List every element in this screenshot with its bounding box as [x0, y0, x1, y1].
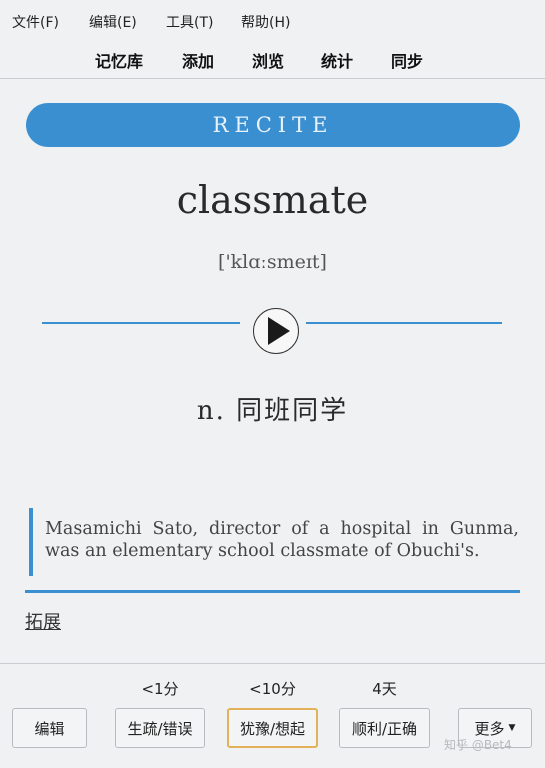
answer-good-button[interactable]: 犹豫/想起: [227, 708, 318, 748]
divider-right: [306, 322, 502, 324]
menu-help[interactable]: 帮助(H): [241, 12, 290, 32]
example-sentence-block: Masamichi Sato, director of a hospital i…: [29, 508, 519, 576]
example-sentence: Masamichi Sato, director of a hospital i…: [45, 519, 519, 561]
main-toolbar: 记忆库 添加 浏览 统计 同步: [0, 40, 545, 79]
menu-file[interactable]: 文件(F): [12, 12, 59, 32]
extend-link[interactable]: 拓展: [25, 608, 61, 634]
interval-good: <10分: [249, 680, 296, 698]
interval-easy: 4天: [372, 680, 397, 698]
interval-hard: <1分: [141, 680, 179, 698]
watermark-text: 知乎 @Bet4: [444, 738, 512, 752]
menu-edit[interactable]: 编辑(E): [89, 12, 137, 32]
divider-left: [42, 322, 240, 324]
play-icon: [268, 317, 290, 345]
caret-down-icon: ▼: [508, 723, 516, 733]
answer-hard-button[interactable]: 生疏/错误: [115, 708, 205, 748]
nav-sync[interactable]: 同步: [391, 48, 423, 72]
edit-button[interactable]: 编辑: [12, 708, 87, 748]
menu-bar: 文件(F) 编辑(E) 工具(T) 帮助(H): [0, 0, 545, 40]
nav-add[interactable]: 添加: [182, 48, 214, 72]
nav-browse[interactable]: 浏览: [252, 48, 284, 72]
section-divider: [25, 590, 520, 593]
answer-easy-button[interactable]: 顺利/正确: [339, 708, 430, 748]
nav-decks[interactable]: 记忆库: [95, 48, 143, 72]
bottom-separator: [0, 663, 545, 664]
card-word: classmate: [176, 178, 369, 222]
card-phonetic: ['klɑːsmeɪt]: [218, 251, 327, 273]
play-audio-button[interactable]: [253, 308, 299, 354]
menu-tools[interactable]: 工具(T): [166, 12, 213, 32]
recite-mode-button[interactable]: RECITE: [26, 103, 520, 147]
card-meaning: n. 同班同学: [196, 396, 349, 426]
nav-stats[interactable]: 统计: [321, 48, 353, 72]
